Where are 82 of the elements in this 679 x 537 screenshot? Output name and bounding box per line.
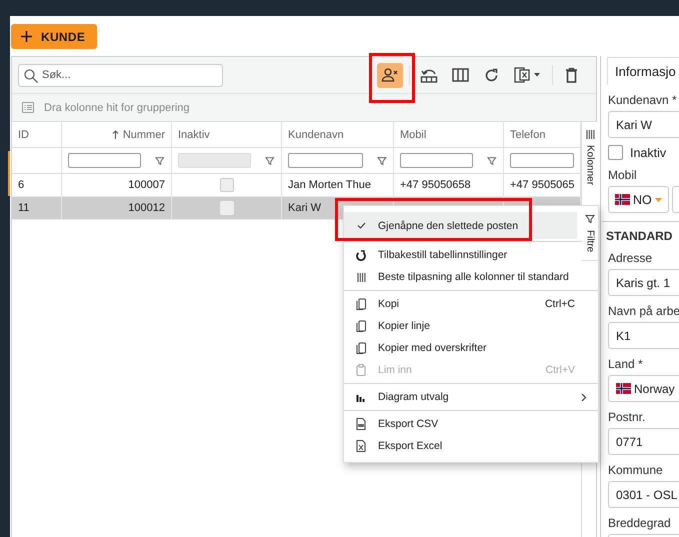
reset-icon [356, 250, 366, 260]
columns-fit-icon [356, 272, 366, 282]
menu-item[interactable]: Eksport CSV [344, 413, 577, 435]
filter-input[interactable] [68, 153, 142, 168]
caret-icon [654, 198, 662, 202]
menu-item[interactable]: Tilbakestill tabellinnstillinger [344, 244, 577, 266]
excel-file-icon [356, 440, 366, 452]
filter-input[interactable] [510, 153, 574, 168]
input-field[interactable]: Norway [608, 375, 679, 402]
field-label: Land * [608, 357, 644, 372]
column-header[interactable]: Kundenavn [288, 128, 344, 140]
norway-flag-icon [615, 194, 630, 205]
search-icon [24, 68, 38, 82]
table-cell: 100007 [128, 179, 165, 191]
highlight-frame [369, 53, 415, 103]
menu-item[interactable]: Eksport Excel [344, 435, 577, 457]
columns-fit-icon [586, 130, 594, 139]
column-header[interactable]: Mobil [400, 128, 426, 140]
bar-chart-icon [356, 392, 366, 402]
active-indicator [8, 151, 10, 196]
filter-input[interactable] [288, 153, 364, 168]
input-field[interactable]: Kari W [608, 111, 679, 138]
menu-item[interactable]: Gjenåpne den slettede posten [344, 212, 577, 239]
table-cell: 6 [18, 179, 24, 191]
norway-flag-icon [616, 383, 631, 394]
csv-file-icon [356, 418, 366, 430]
copy-icon [356, 320, 366, 332]
menu-item[interactable]: Beste tilpasning alle kolonner til standard [344, 266, 577, 288]
plus-icon [21, 31, 32, 42]
field-label: Kommune [608, 463, 664, 478]
undo-rows-icon [420, 67, 438, 83]
input-field[interactable]: Karis gt. 1 [608, 269, 679, 296]
columns-icon [452, 68, 469, 82]
trash-icon [565, 67, 578, 83]
field-label: Kundenavn * [608, 93, 678, 108]
filter-icon[interactable] [265, 156, 275, 166]
panel-tab[interactable]: Informasjo [607, 57, 679, 85]
column-header[interactable]: ID [18, 128, 29, 140]
checkmark-icon [356, 222, 366, 229]
field-label: Postnr. [608, 410, 646, 425]
table-cell: Kari W [288, 202, 321, 214]
phone-input-field[interactable] [672, 186, 679, 213]
checkbox[interactable] [608, 145, 623, 160]
input-field[interactable]: 0301 - OSL [608, 481, 679, 508]
table-cell: +47 95050658 [400, 179, 471, 191]
input-field[interactable]: K1 [608, 322, 679, 349]
menu-item[interactable]: Kopier linje [344, 315, 577, 337]
search-field[interactable]: Søk... [18, 64, 223, 86]
filter-icon [585, 214, 595, 224]
clipboard-icon [356, 364, 366, 376]
menu-item[interactable]: Diagram utvalg [344, 386, 577, 408]
column-header[interactable]: Nummer [122, 128, 165, 140]
restore-customer-button[interactable] [377, 62, 403, 88]
refresh-icon [484, 68, 499, 82]
field-label: Adresse [608, 251, 654, 266]
table-cell: 100012 [128, 202, 165, 214]
table-cell: 11 [18, 202, 30, 214]
filter-icon[interactable] [377, 156, 387, 166]
table-cell: Jan Morten Thue [288, 179, 371, 191]
filter-input[interactable] [400, 153, 474, 168]
checkbox-label: Inaktiv [630, 146, 666, 160]
table-cell: +47 9505065 [510, 179, 575, 191]
section-heading: STANDARD [602, 221, 679, 243]
filter-icon[interactable] [155, 156, 165, 166]
field-label: Mobil [608, 168, 638, 183]
menu-item[interactable]: Kopi Ctrl+C [344, 293, 577, 315]
group-list-icon [22, 102, 34, 113]
country-code-dropdown[interactable]: NO [608, 186, 669, 213]
side-tab[interactable]: Filtre [582, 206, 598, 262]
person-remove-icon [381, 68, 399, 82]
copy-icon [356, 298, 366, 310]
menu-item[interactable]: Kopier med overskrifter [344, 337, 577, 359]
checkbox[interactable] [220, 178, 234, 192]
copy-icon [356, 342, 366, 354]
field-label: Breddegrad [608, 516, 672, 531]
filter-icon[interactable] [487, 156, 497, 166]
excel-export-icon [514, 67, 542, 83]
add-customer-button[interactable]: KUNDE [11, 24, 98, 49]
column-header[interactable]: Inaktiv [178, 128, 210, 140]
input-field[interactable]: 0771 [608, 428, 679, 455]
column-header[interactable]: Telefon [510, 128, 546, 140]
group-hint-text: Dra kolonne hit for gruppering [44, 102, 190, 114]
